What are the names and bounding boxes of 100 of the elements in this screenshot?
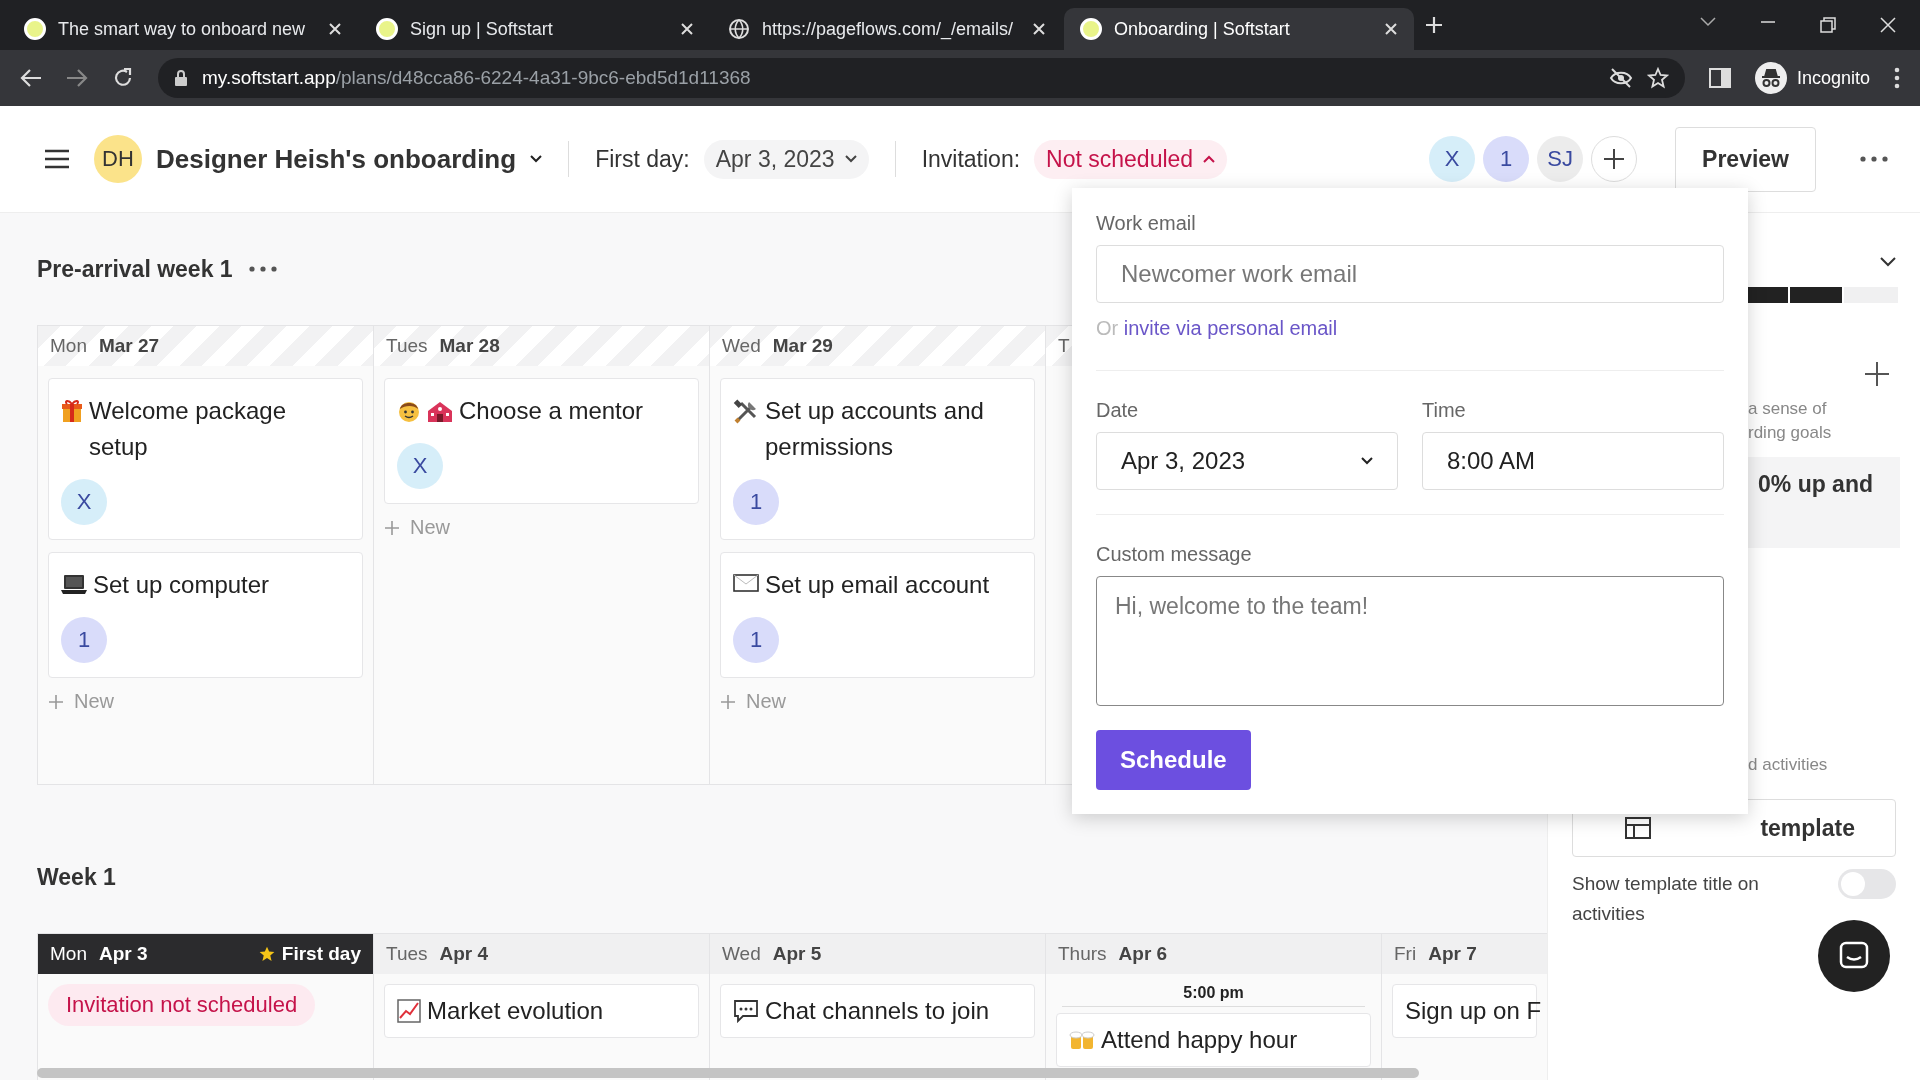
field-label: Work email (1096, 212, 1197, 235)
time-field[interactable]: 8:00 AM (1422, 432, 1724, 490)
field-label: Time (1422, 399, 1467, 422)
activity-card[interactable]: Chat channels to join (720, 984, 1035, 1038)
chart-icon (397, 999, 421, 1023)
day-header: Wed Mar 29 (710, 326, 1045, 366)
template-title-toggle[interactable] (1838, 869, 1896, 899)
address-bar[interactable]: my.softstart.app/plans/d48cca86-6224-4a31-9bc6-ebd5d1d11368 (158, 58, 1685, 98)
plus-icon (720, 693, 736, 710)
more-icon[interactable] (1860, 156, 1888, 162)
activity-card[interactable]: Market evolution (384, 984, 699, 1038)
close-icon[interactable] (1032, 22, 1046, 36)
globe-icon (728, 18, 750, 40)
browser-tab[interactable]: Sign up | Softstart (360, 8, 710, 50)
caret-icon (844, 155, 857, 163)
activity-card[interactable]: Welcome package setup X (48, 378, 363, 540)
browser-tab[interactable]: https://pageflows.com/_/emails/ (712, 8, 1062, 50)
activity-card[interactable]: Set up email account 1 (720, 552, 1035, 678)
day-header: Fri Apr 7 (1382, 934, 1547, 974)
first-day-picker[interactable]: Apr 3, 2023 (703, 139, 869, 179)
plus-icon[interactable] (1864, 361, 1890, 387)
new-tab-icon[interactable] (1424, 15, 1444, 35)
close-icon[interactable] (1384, 22, 1398, 36)
collaborator-avatar[interactable]: X (1429, 136, 1476, 182)
assignee-avatar: X (397, 443, 443, 489)
browser-tab[interactable]: Onboarding | Softstart (1064, 8, 1414, 50)
assignee-avatar: X (61, 479, 107, 525)
activity-card[interactable]: Set up accounts and permissions 1 (720, 378, 1035, 540)
close-icon[interactable] (1880, 17, 1896, 33)
goal-card[interactable]: 0% up and (1748, 457, 1900, 548)
tab-search-icon[interactable] (1700, 17, 1716, 27)
site-favicon-icon (376, 18, 398, 40)
assignee-avatar: 1 (733, 479, 779, 525)
tools-icon (733, 399, 759, 425)
invitation-notice: Invitation not scheduled (48, 984, 316, 1026)
star-icon (257, 945, 276, 963)
collaborator-avatar[interactable]: 1 (1483, 136, 1530, 182)
profile-label: Incognito (1796, 67, 1870, 89)
goal-text: rding goals (1748, 422, 1833, 444)
activity-title: Set up computer (93, 570, 270, 600)
star-icon[interactable] (1646, 67, 1669, 89)
activity-card[interactable]: Choose a mentor X (384, 378, 699, 504)
activity-card[interactable]: Attend happy hour (1056, 1013, 1371, 1067)
day-header: Tues Apr 4 (374, 934, 709, 974)
section-title: Pre-arrival week 1 (37, 255, 233, 283)
site-favicon-icon (1080, 18, 1102, 40)
scrollbar[interactable] (37, 1068, 1419, 1078)
close-icon[interactable] (328, 22, 342, 36)
activity-title: Set up email account (765, 570, 990, 600)
day-header: Mon Apr 3 First day (38, 934, 373, 974)
chevron-down-icon[interactable] (1880, 257, 1896, 267)
schedule-button[interactable]: Schedule (1096, 730, 1251, 790)
date-dropdown[interactable]: Apr 3, 2023 (1096, 432, 1398, 490)
beer-mugs-icon (1069, 1028, 1095, 1052)
menu-icon[interactable] (44, 149, 70, 169)
restore-icon[interactable] (1820, 17, 1836, 33)
side-panel-icon[interactable] (1708, 68, 1731, 88)
user-avatar: DH (94, 135, 142, 183)
field-label: Date (1096, 399, 1140, 422)
add-collaborator-button[interactable] (1591, 136, 1638, 182)
more-icon[interactable] (248, 266, 277, 272)
collaborator-avatar[interactable]: SJ (1537, 136, 1584, 182)
goal-text: a sense of (1748, 398, 1828, 420)
day-header: Thurs Apr 6 (1046, 934, 1381, 974)
activity-title: Chat channels to join (765, 996, 990, 1026)
invitation-label: Invitation: (921, 145, 1021, 173)
gift-icon (61, 399, 83, 423)
activity-title: Market evolution (427, 996, 604, 1026)
close-icon[interactable] (680, 22, 694, 36)
preview-button[interactable]: Preview (1675, 126, 1816, 192)
activity-card[interactable]: Set up computer 1 (48, 552, 363, 678)
plus-icon (384, 519, 400, 536)
section-title: Week 1 (37, 863, 116, 891)
caret-icon (1361, 457, 1373, 465)
invitation-status-dropdown[interactable]: Not scheduled (1034, 139, 1228, 179)
plan-title: Designer Heish's onboarding (156, 143, 517, 175)
assignee-avatar: 1 (61, 617, 107, 663)
person-icon (397, 399, 421, 423)
toggle-label: Show template title on activities (1572, 872, 1760, 926)
work-email-field[interactable]: Newcomer work email (1096, 245, 1724, 303)
day-header: Mon Mar 27 (38, 326, 373, 366)
plus-icon (1603, 148, 1626, 170)
eye-off-icon[interactable] (1608, 68, 1633, 88)
caret-icon (1203, 155, 1216, 163)
first-day-label: First day (281, 943, 361, 965)
forward-icon[interactable] (66, 68, 88, 88)
incognito-icon[interactable] (1754, 62, 1787, 94)
browser-tab[interactable]: The smart way to onboard new (8, 8, 358, 50)
more-vertical-icon[interactable] (1894, 67, 1900, 89)
back-icon[interactable] (20, 68, 42, 88)
envelope-icon (733, 573, 759, 593)
activity-title: Attend happy hour (1101, 1025, 1298, 1055)
field-label: Custom message (1096, 543, 1253, 566)
custom-message-field[interactable]: Hi, welcome to the team! (1096, 576, 1724, 706)
day-header: Wed Apr 5 (710, 934, 1045, 974)
activity-title: Welcome package setup (89, 396, 287, 462)
reload-icon[interactable] (112, 67, 134, 89)
caret-icon (530, 155, 543, 163)
assignee-avatar: 1 (733, 617, 779, 663)
site-favicon-icon (24, 18, 46, 40)
